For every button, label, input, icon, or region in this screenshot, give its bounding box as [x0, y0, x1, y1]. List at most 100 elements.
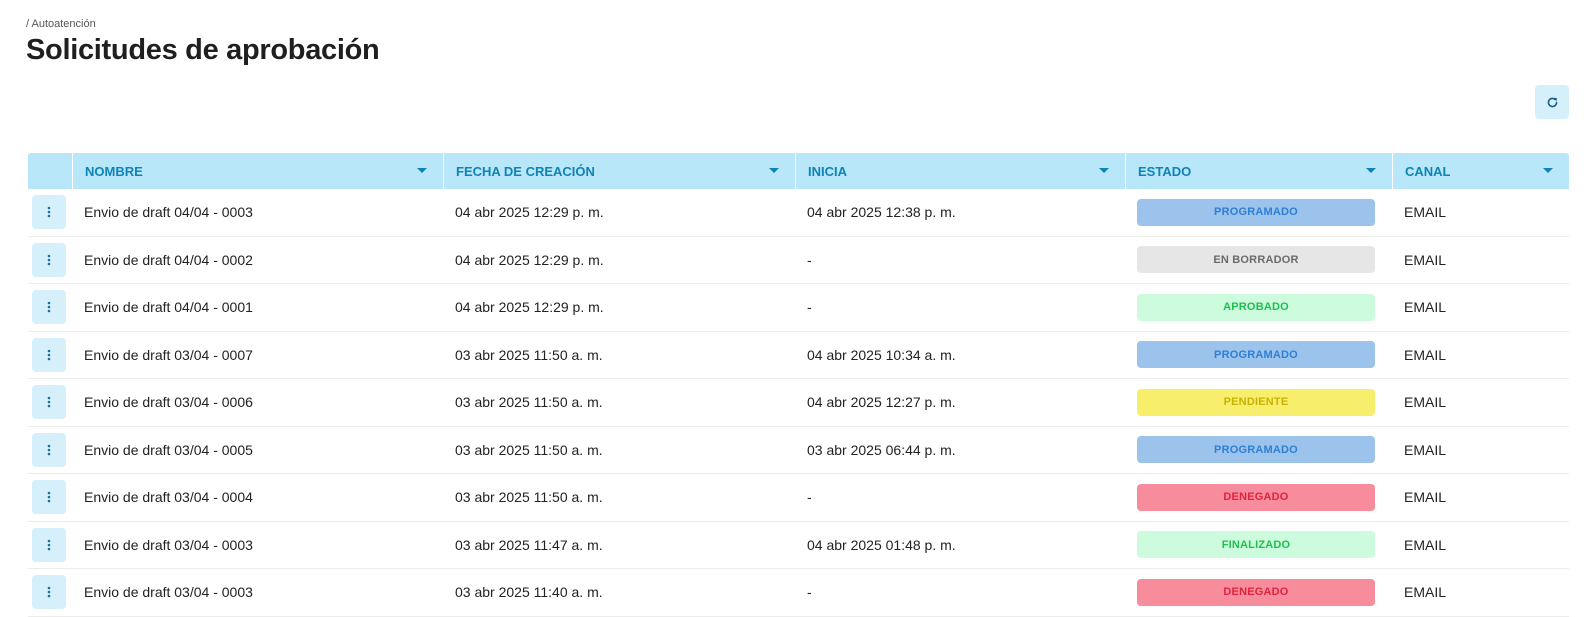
cell-canal: EMAIL: [1404, 346, 1447, 363]
cell-nombre: Envio de draft 04/04 - 0002: [84, 251, 253, 268]
cell-canal: EMAIL: [1404, 441, 1447, 458]
table-header: NOMBRE FECHA DE CREACIÓN INICIA ESTADO C…: [28, 153, 1569, 189]
cell-nombre: Envio de draft 03/04 - 0007: [84, 346, 253, 363]
row-actions-cell: [28, 474, 72, 521]
caret-down-icon[interactable]: [1366, 168, 1376, 173]
row-actions-cell: [28, 379, 72, 426]
header-nombre[interactable]: NOMBRE: [72, 153, 443, 189]
kebab-menu-icon: [47, 254, 51, 266]
cell-inicia: 04 abr 2025 12:27 p. m.: [807, 394, 956, 411]
kebab-menu-icon: [47, 444, 51, 456]
status-badge: PROGRAMADO: [1137, 341, 1375, 369]
status-badge: APROBADO: [1137, 293, 1375, 321]
row-actions-cell: [28, 332, 72, 379]
caret-down-icon[interactable]: [1543, 168, 1553, 173]
caret-down-icon[interactable]: [769, 168, 779, 173]
refresh-button[interactable]: [1535, 85, 1569, 119]
header-actions-column: [28, 153, 72, 189]
row-menu-button[interactable]: [32, 195, 66, 230]
table-body: Envio de draft 04/04 - 0003 04 abr 2025 …: [28, 189, 1569, 617]
cell-estado: DENEGADO: [1125, 569, 1392, 616]
header-label: CANAL: [1405, 163, 1451, 179]
row-actions-cell: [28, 189, 72, 236]
caret-down-icon[interactable]: [1099, 168, 1109, 173]
row-actions-cell: [28, 522, 72, 569]
cell-canal: EMAIL: [1404, 489, 1447, 506]
table-row[interactable]: Envio de draft 03/04 - 0007 03 abr 2025 …: [28, 332, 1569, 379]
cell-fecha-creacion: 04 abr 2025 12:29 p. m.: [455, 299, 604, 316]
cell-fecha-creacion: 03 abr 2025 11:50 a. m.: [455, 394, 603, 411]
row-actions-cell: [28, 237, 72, 284]
header-label: FECHA DE CREACIÓN: [456, 163, 595, 179]
cell-nombre: Envio de draft 04/04 - 0001: [84, 299, 253, 316]
cell-inicia: -: [807, 251, 812, 268]
page-title: Solicitudes de aprobación: [26, 34, 380, 66]
kebab-menu-icon: [47, 301, 51, 313]
row-menu-button[interactable]: [32, 242, 66, 277]
row-actions-cell: [28, 427, 72, 474]
status-badge: EN BORRADOR: [1137, 246, 1375, 274]
cell-inicia: 04 abr 2025 12:38 p. m.: [807, 204, 956, 221]
row-menu-button[interactable]: [32, 480, 66, 515]
row-menu-button[interactable]: [32, 290, 66, 325]
cell-nombre: Envio de draft 04/04 - 0003: [84, 204, 253, 221]
cell-fecha-creacion: 03 abr 2025 11:47 a. m.: [455, 536, 603, 553]
kebab-menu-icon: [47, 586, 51, 598]
header-inicia[interactable]: INICIA: [795, 153, 1125, 189]
status-badge: DENEGADO: [1137, 578, 1375, 606]
cell-nombre: Envio de draft 03/04 - 0003: [84, 584, 253, 601]
status-badge: PROGRAMADO: [1137, 436, 1375, 464]
cell-estado: PROGRAMADO: [1125, 332, 1392, 379]
header-label: ESTADO: [1138, 163, 1192, 179]
table-row[interactable]: Envio de draft 03/04 - 0003 03 abr 2025 …: [28, 569, 1569, 617]
row-menu-button[interactable]: [32, 385, 66, 420]
cell-nombre: Envio de draft 03/04 - 0004: [84, 489, 253, 506]
status-badge: PENDIENTE: [1137, 388, 1375, 416]
cell-estado: FINALIZADO: [1125, 522, 1392, 569]
table-row[interactable]: Envio de draft 03/04 - 0004 03 abr 2025 …: [28, 474, 1569, 522]
cell-inicia: 04 abr 2025 01:48 p. m.: [807, 536, 956, 553]
header-label: INICIA: [808, 163, 847, 179]
cell-fecha-creacion: 03 abr 2025 11:50 a. m.: [455, 441, 603, 458]
cell-canal: EMAIL: [1404, 299, 1447, 316]
header-estado[interactable]: ESTADO: [1125, 153, 1392, 189]
kebab-menu-icon: [47, 539, 51, 551]
cell-canal: EMAIL: [1404, 251, 1447, 268]
cell-estado: PROGRAMADO: [1125, 189, 1392, 236]
kebab-menu-icon: [47, 349, 51, 361]
cell-nombre: Envio de draft 03/04 - 0006: [84, 394, 253, 411]
header-canal[interactable]: CANAL: [1392, 153, 1569, 189]
row-menu-button[interactable]: [32, 527, 66, 562]
kebab-menu-icon: [47, 491, 51, 503]
row-menu-button[interactable]: [32, 575, 66, 610]
row-menu-button[interactable]: [32, 337, 66, 372]
cell-canal: EMAIL: [1404, 204, 1447, 221]
header-label: NOMBRE: [85, 163, 143, 179]
header-fecha-creacion[interactable]: FECHA DE CREACIÓN: [443, 153, 795, 189]
table-row[interactable]: Envio de draft 04/04 - 0003 04 abr 2025 …: [28, 189, 1569, 237]
cell-canal: EMAIL: [1404, 394, 1447, 411]
cell-nombre: Envio de draft 03/04 - 0003: [84, 536, 253, 553]
cell-fecha-creacion: 04 abr 2025 12:29 p. m.: [455, 251, 604, 268]
kebab-menu-icon: [47, 206, 51, 218]
breadcrumb: / Autoatención: [26, 18, 96, 30]
caret-down-icon[interactable]: [417, 168, 427, 173]
kebab-menu-icon: [47, 396, 51, 408]
table-row[interactable]: Envio de draft 03/04 - 0003 03 abr 2025 …: [28, 522, 1569, 569]
cell-fecha-creacion: 03 abr 2025 11:40 a. m.: [455, 584, 603, 601]
cell-inicia: -: [807, 489, 812, 506]
table-row[interactable]: Envio de draft 03/04 - 0005 03 abr 2025 …: [28, 427, 1569, 474]
table-row[interactable]: Envio de draft 04/04 - 0001 04 abr 2025 …: [28, 284, 1569, 332]
status-badge: PROGRAMADO: [1137, 198, 1375, 226]
row-actions-cell: [28, 569, 72, 616]
cell-inicia: 03 abr 2025 06:44 p. m.: [807, 441, 956, 458]
cell-inicia: -: [807, 584, 812, 601]
cell-estado: PROGRAMADO: [1125, 427, 1392, 474]
cell-inicia: -: [807, 299, 812, 316]
cell-estado: PENDIENTE: [1125, 379, 1392, 426]
table-row[interactable]: Envio de draft 03/04 - 0006 03 abr 2025 …: [28, 379, 1569, 427]
cell-inicia: 04 abr 2025 10:34 a. m.: [807, 346, 956, 363]
row-menu-button[interactable]: [32, 432, 66, 467]
cell-fecha-creacion: 03 abr 2025 11:50 a. m.: [455, 346, 603, 363]
table-row[interactable]: Envio de draft 04/04 - 0002 04 abr 2025 …: [28, 237, 1569, 284]
